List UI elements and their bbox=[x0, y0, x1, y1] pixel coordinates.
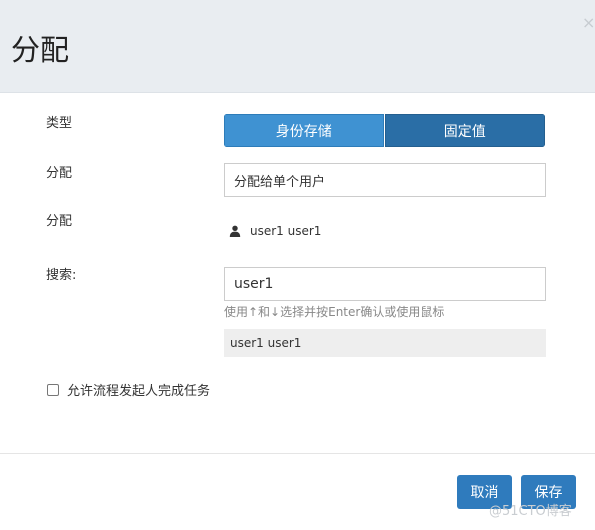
search-hint: 使用↑和↓选择并按Enter确认或使用鼠标 bbox=[224, 305, 445, 319]
footer-divider bbox=[0, 453, 595, 454]
identity-store-toggle[interactable]: 身份存储 bbox=[224, 114, 384, 147]
type-label: 类型 bbox=[46, 116, 73, 131]
allow-initiator-checkbox[interactable] bbox=[47, 383, 59, 396]
suggestion-item[interactable]: user1 user1 bbox=[224, 329, 546, 357]
assignee-display: user1 user1 bbox=[229, 224, 321, 238]
search-label: 搜索: bbox=[46, 268, 77, 283]
close-icon[interactable]: × bbox=[582, 14, 595, 32]
dialog-header: 分配 × bbox=[0, 0, 595, 93]
assign-select[interactable]: 分配给单个用户 bbox=[224, 163, 546, 197]
type-toggle-group: 身份存储 固定值 bbox=[224, 114, 545, 147]
user-icon bbox=[229, 225, 241, 237]
assignee-label: 分配 bbox=[46, 214, 73, 229]
assign-label: 分配 bbox=[46, 166, 73, 181]
allow-initiator-row: 允许流程发起人完成任务 bbox=[47, 380, 210, 399]
fixed-value-toggle[interactable]: 固定值 bbox=[384, 114, 545, 147]
allow-initiator-label: 允许流程发起人完成任务 bbox=[67, 384, 211, 399]
assign-select-value: 分配给单个用户 bbox=[234, 174, 326, 190]
search-input-value: user1 bbox=[234, 276, 274, 292]
assignee-name: user1 user1 bbox=[250, 224, 322, 238]
search-input[interactable]: user1 bbox=[224, 267, 546, 301]
dialog-title: 分配 bbox=[11, 33, 70, 67]
watermark: @51CTO博客 bbox=[489, 504, 572, 519]
